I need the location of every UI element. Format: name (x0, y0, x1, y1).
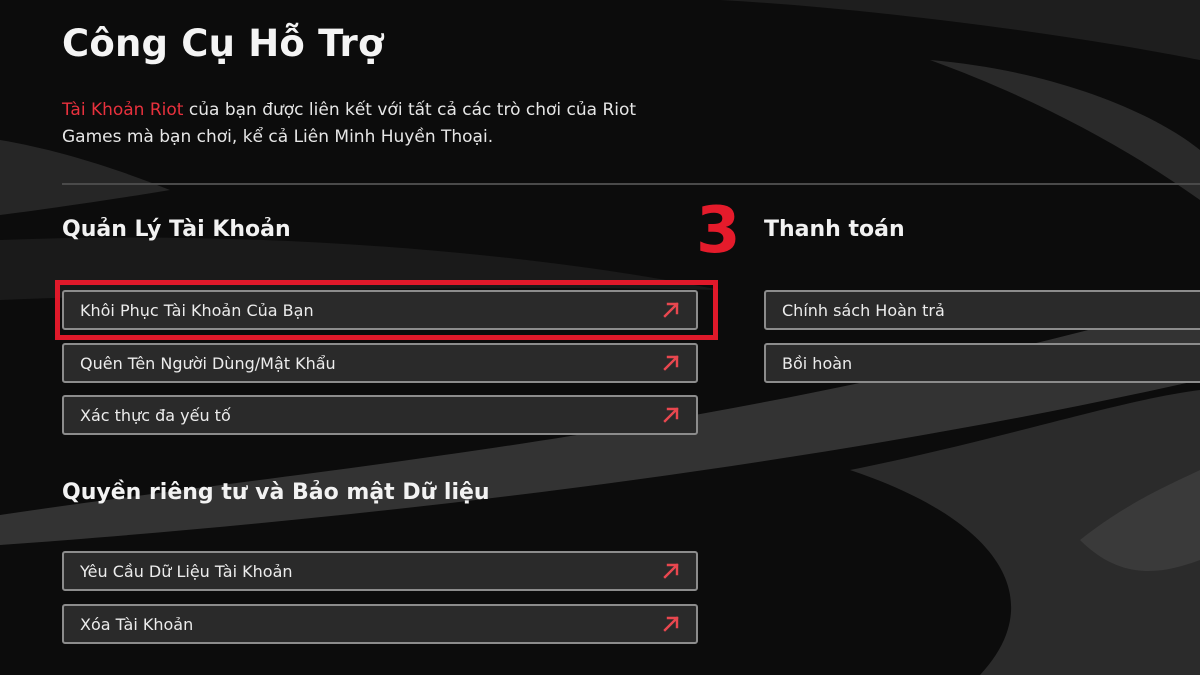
arrow-up-right-icon (663, 355, 679, 371)
payment-heading: Thanh toán (764, 217, 905, 242)
intro-text: Tài Khoản Riot của bạn được liên kết với… (62, 97, 682, 151)
link-label: Xác thực đa yếu tố (80, 405, 231, 425)
link-forgot-username-password[interactable]: Quên Tên Người Dùng/Mật Khẩu (62, 343, 698, 383)
link-label: Xóa Tài Khoản (80, 614, 194, 634)
step-marker: 3 (696, 194, 741, 268)
riot-account-link[interactable]: Tài Khoản Riot (62, 100, 183, 120)
link-label: Yêu Cầu Dữ Liệu Tài Khoản (80, 561, 293, 581)
link-chargeback[interactable]: Bồi hoàn (764, 343, 1200, 383)
highlight-annotation-box (55, 280, 718, 340)
arrow-up-right-icon (663, 407, 679, 423)
link-label: Bồi hoàn (782, 353, 853, 373)
link-label: Quên Tên Người Dùng/Mật Khẩu (80, 353, 336, 373)
account-management-heading: Quản Lý Tài Khoản (62, 217, 291, 242)
link-refund-policy[interactable]: Chính sách Hoàn trả (764, 290, 1200, 330)
arrow-up-right-icon (663, 563, 679, 579)
page-title: Công Cụ Hỗ Trợ (62, 22, 384, 65)
section-divider (62, 183, 1200, 185)
swoosh-left (0, 140, 170, 215)
link-label: Chính sách Hoàn trả (782, 300, 945, 320)
link-account-data-request[interactable]: Yêu Cầu Dữ Liệu Tài Khoản (62, 551, 698, 591)
link-multifactor-auth[interactable]: Xác thực đa yếu tố (62, 395, 698, 435)
arrow-up-right-icon (663, 616, 679, 632)
link-delete-account[interactable]: Xóa Tài Khoản (62, 604, 698, 644)
privacy-security-heading: Quyền riêng tư và Bảo mật Dữ liệu (62, 480, 490, 505)
swoosh-top (720, 0, 1200, 60)
support-tools-page: Công Cụ Hỗ Trợ Tài Khoản Riot của bạn đư… (0, 0, 1200, 675)
swoosh-upper-right (930, 60, 1200, 200)
